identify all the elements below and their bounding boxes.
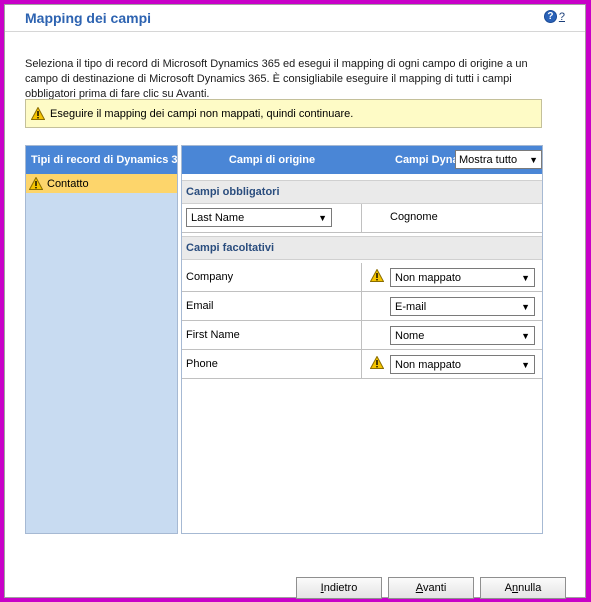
dest-cell: Non mappato ▼ [363, 263, 542, 291]
chevron-down-icon: ▼ [521, 330, 530, 341]
dest-field-value: Non mappato [395, 271, 462, 284]
dest-cell: E-mail ▼ [363, 292, 542, 320]
record-type-item-contatto[interactable]: Contatto [26, 174, 177, 193]
optional-fields-section: Campi facoltativi [182, 236, 542, 260]
table-row: First Name Nome ▼ [182, 321, 542, 350]
chevron-down-icon: ▼ [521, 272, 530, 283]
cancel-label: nulla [518, 582, 542, 594]
warning-banner: Eseguire il mapping dei campi non mappat… [25, 99, 542, 128]
next-access-key: A [415, 582, 424, 594]
warning-text: Eseguire il mapping dei campi non mappat… [50, 107, 354, 120]
dest-field-select[interactable]: Non mappato ▼ [390, 268, 535, 287]
source-cell: First Name [182, 321, 362, 349]
source-field-select[interactable]: Last Name ▼ [186, 208, 332, 227]
chevron-down-icon: ▼ [529, 154, 538, 165]
wizard-page: Mapping dei campi ? ? Seleziona il tipo … [4, 4, 586, 599]
dest-field-value: Non mappato [395, 358, 462, 371]
warning-icon [31, 107, 45, 120]
help-icon[interactable]: ? [543, 10, 557, 23]
help-link[interactable]: ? ? [543, 10, 565, 23]
record-types-header: Tipi di record di Dynamics 365 [26, 146, 177, 174]
table-row: Last Name ▼ Cognome [182, 204, 542, 233]
warning-icon [370, 269, 384, 282]
cancel-button[interactable]: An nulla [480, 577, 566, 599]
field-mapping-grid: Campi di origine Campi Dynamics 365 Most… [181, 145, 543, 534]
dest-field-select[interactable]: Non mappato ▼ [390, 355, 535, 374]
record-types-panel: Tipi di record di Dynamics 365 Contatto [25, 145, 178, 534]
show-filter-value: Mostra tutto [459, 153, 518, 166]
record-type-label: Contatto [47, 177, 89, 190]
table-row: Company Non mappato ▼ [182, 263, 542, 292]
dest-field-value: E-mail [395, 300, 427, 313]
chevron-down-icon: ▼ [521, 301, 530, 312]
dest-field-select[interactable]: E-mail ▼ [390, 297, 535, 316]
source-cell: Email [182, 292, 362, 320]
warning-icon [370, 356, 384, 369]
cancel-label-pre: A [504, 582, 512, 594]
required-fields-section: Campi obbligatori [182, 180, 542, 204]
instructions-text: Seleziona il tipo di record di Microsoft… [25, 58, 528, 99]
show-filter-select[interactable]: Mostra tutto ▼ [455, 150, 542, 169]
table-row: Phone Non mappato ▼ [182, 350, 542, 379]
source-cell: Phone [182, 350, 362, 378]
dest-cell: Cognome [363, 204, 542, 232]
dest-field-select[interactable]: Nome ▼ [390, 326, 535, 345]
next-label: vanti [423, 582, 447, 594]
dest-cell: Non mappato ▼ [363, 350, 542, 378]
chevron-down-icon: ▼ [318, 212, 327, 223]
source-cell: Company [182, 263, 362, 291]
dest-cell: Nome ▼ [363, 321, 542, 349]
dest-field-value: Nome [395, 329, 425, 342]
header-divider [5, 31, 585, 32]
table-row: Email E-mail ▼ [182, 292, 542, 321]
back-button[interactable]: Indietro [296, 577, 382, 599]
dest-field-value: Cognome [390, 211, 438, 223]
warning-icon [29, 177, 43, 190]
source-cell: Last Name ▼ [182, 204, 362, 232]
source-fields-header: Campi di origine [228, 154, 316, 166]
help-question-link[interactable]: ? [559, 11, 565, 23]
source-field-value: Last Name [191, 211, 245, 224]
chevron-down-icon: ▼ [521, 359, 530, 370]
back-label: ndietro [323, 582, 358, 594]
grid-header: Campi di origine Campi Dynamics 365 Most… [182, 146, 542, 174]
page-title: Mapping dei campi [25, 10, 152, 26]
next-button[interactable]: Avanti [388, 577, 474, 599]
